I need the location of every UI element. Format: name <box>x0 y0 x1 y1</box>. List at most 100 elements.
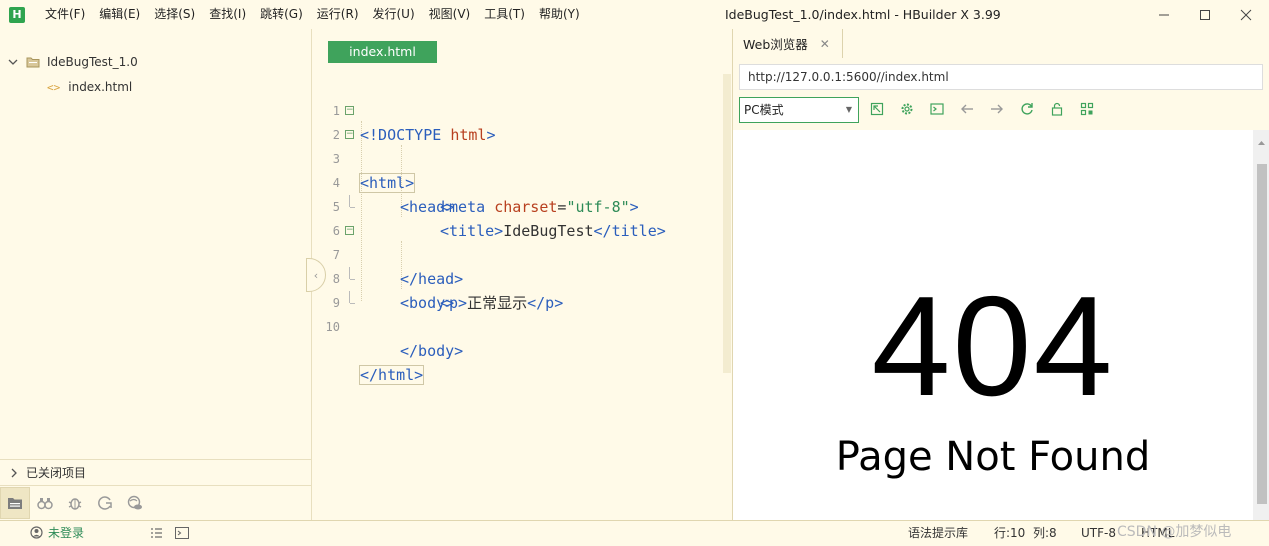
tab-search[interactable] <box>30 487 60 519</box>
maximize-button[interactable] <box>1185 0 1225 29</box>
browser-viewport[interactable]: 404 Page Not Found <box>733 130 1253 520</box>
console-button[interactable] <box>927 99 947 119</box>
browser-tab-label: Web浏览器 <box>743 37 808 52</box>
cloud-globe-icon <box>127 495 142 510</box>
fold-toggle-icon[interactable]: − <box>345 130 354 139</box>
scroll-up-icon <box>1258 141 1265 145</box>
code-line-4: 4 <meta charset="utf-8"> <box>312 147 732 216</box>
menu-goto[interactable]: 跳转(G) <box>253 0 310 29</box>
html-file-icon: <> <box>47 80 61 94</box>
tab-cloud[interactable] <box>120 487 150 519</box>
menu-publish[interactable]: 发行(U) <box>366 0 422 29</box>
code-editor[interactable]: index.html ‹ 1 <!DOCTYPE html> 2 − <html… <box>306 29 732 520</box>
watermark: CSDN @加梦似电 <box>1117 524 1232 540</box>
line-number: 10 <box>325 320 340 334</box>
fold-end-marker <box>349 267 355 280</box>
refresh-icon <box>1021 103 1033 115</box>
qrcode-icon <box>1080 102 1094 116</box>
menu-help[interactable]: 帮助(Y) <box>532 0 587 29</box>
code-line-8: 8 <p>正常显示</p> <box>312 243 732 312</box>
tab-web-browser[interactable]: Web浏览器 ✕ <box>733 29 843 58</box>
cursor-col[interactable]: 列:8 <box>1033 521 1057 546</box>
code-line-7: 7 − <body> <box>312 219 732 313</box>
git-icon <box>98 496 112 510</box>
closed-projects-section[interactable]: 已关闭项目 <box>0 459 311 485</box>
project-explorer: IdeBugTest_1.0 <> index.html 已关闭项目 <box>0 29 312 520</box>
dropdown-arrow-icon: ▼ <box>845 105 852 114</box>
bug-icon <box>68 498 82 510</box>
minimize-icon <box>1159 14 1169 15</box>
close-window-button[interactable] <box>1226 0 1266 29</box>
login-status[interactable]: 未登录 <box>30 521 84 546</box>
fold-end-marker <box>349 195 355 208</box>
user-icon <box>30 526 43 539</box>
lock-button[interactable] <box>1047 99 1067 119</box>
forward-button[interactable] <box>987 99 1007 119</box>
maximize-icon <box>1200 9 1210 20</box>
file-item-index[interactable]: <> index.html <box>47 76 132 98</box>
fold-toggle-icon[interactable]: − <box>345 106 354 115</box>
project-root-item[interactable]: IdeBugTest_1.0 <box>8 51 138 73</box>
menu-select[interactable]: 选择(S) <box>147 0 202 29</box>
settings-button[interactable] <box>897 99 917 119</box>
tab-project-manager[interactable] <box>0 487 30 519</box>
outline-button[interactable] <box>150 521 163 546</box>
app-logo: H <box>9 6 25 23</box>
fold-end-marker <box>349 291 355 304</box>
external-link-icon <box>870 102 884 116</box>
cursor-row[interactable]: 行:10 <box>994 521 1025 546</box>
code-line-2: 2 − <html> <box>312 99 732 193</box>
editor-scrollbar[interactable] <box>723 74 731 373</box>
file-item-label: index.html <box>68 80 133 94</box>
terminal-button[interactable] <box>175 521 189 546</box>
device-mode-select[interactable]: PC模式 ▼ <box>739 97 859 123</box>
folder-icon <box>8 498 22 509</box>
closed-projects-label: 已关闭项目 <box>26 466 87 480</box>
binoculars-icon <box>37 498 53 510</box>
side-panel-tabs <box>0 485 311 520</box>
menu-file[interactable]: 文件(F) <box>38 0 92 29</box>
fold-toggle-icon[interactable]: − <box>345 226 354 235</box>
close-icon <box>1240 9 1252 20</box>
menu-edit[interactable]: 编辑(E) <box>92 0 147 29</box>
syntax-library-button[interactable]: 语法提示库 <box>908 521 968 546</box>
device-mode-value: PC模式 <box>744 103 784 117</box>
lock-icon <box>1051 102 1063 116</box>
web-browser-panel: Web浏览器 ✕ http://127.0.0.1:5600//index.ht… <box>732 29 1269 520</box>
folder-icon <box>26 57 40 68</box>
arrow-right-icon <box>991 104 1003 114</box>
scrollbar-thumb[interactable] <box>1257 164 1267 504</box>
refresh-button[interactable] <box>1017 99 1037 119</box>
editor-tab-index[interactable]: index.html <box>328 41 437 63</box>
code-token: </html> <box>358 365 425 385</box>
code-line-9: 9 </body> <box>312 267 732 360</box>
code-line-5: 5 <title>IdeBugTest</title> <box>312 171 732 240</box>
code-line-10: 10 </html> <box>312 291 732 385</box>
back-button[interactable] <box>957 99 977 119</box>
menu-view[interactable]: 视图(V) <box>422 0 478 29</box>
login-label: 未登录 <box>48 526 85 540</box>
error-message: Page Not Found <box>835 434 1151 480</box>
encoding-selector[interactable]: UTF-8 <box>1081 521 1116 546</box>
menu-tools[interactable]: 工具(T) <box>477 0 532 29</box>
tab-source-control[interactable] <box>90 487 120 519</box>
close-icon[interactable]: ✕ <box>820 37 830 51</box>
gear-icon <box>901 103 913 115</box>
arrow-left-icon <box>961 104 973 114</box>
list-icon <box>151 528 162 538</box>
project-root-label: IdeBugTest_1.0 <box>47 55 138 69</box>
code-line-3: 3 − <head> <box>312 123 732 217</box>
open-external-button[interactable] <box>867 99 887 119</box>
menu-run[interactable]: 运行(R) <box>310 0 366 29</box>
minimize-button[interactable] <box>1144 0 1184 29</box>
code-line-6: 6 </head> <box>312 195 732 288</box>
viewport-scrollbar[interactable] <box>1253 130 1269 520</box>
status-bar: 未登录 语法提示库 行:10 列:8 UTF-8 HTML <box>0 520 1269 546</box>
title-bar: H 文件(F) 编辑(E) 选择(S) 查找(I) 跳转(G) 运行(R) 发行… <box>0 0 1269 29</box>
qrcode-button[interactable] <box>1077 99 1097 119</box>
url-input[interactable]: http://127.0.0.1:5600//index.html <box>739 64 1263 90</box>
tab-debug[interactable] <box>60 487 90 519</box>
menu-find[interactable]: 查找(I) <box>202 0 253 29</box>
terminal-icon <box>175 527 189 539</box>
menu-bar: 文件(F) 编辑(E) 选择(S) 查找(I) 跳转(G) 运行(R) 发行(U… <box>38 0 587 29</box>
